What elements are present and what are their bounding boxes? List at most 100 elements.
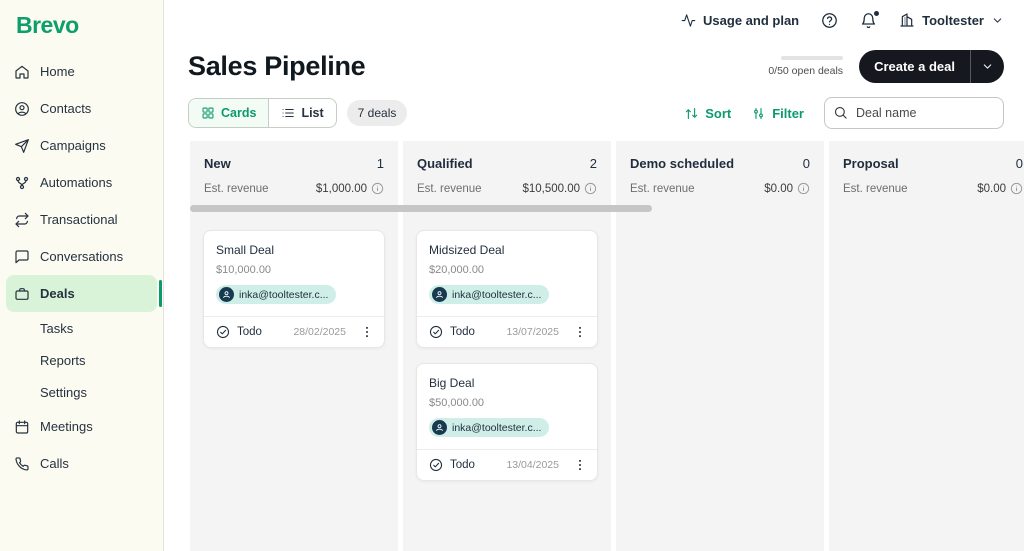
sidebar-item-tasks[interactable]: Tasks bbox=[6, 312, 157, 344]
est-revenue-value: $0.00 bbox=[977, 183, 1006, 195]
search-icon bbox=[833, 105, 848, 120]
task-status-label[interactable]: Todo bbox=[237, 326, 262, 338]
est-revenue-value: $10,500.00 bbox=[522, 183, 580, 195]
sidebar-item-meetings[interactable]: Meetings bbox=[6, 408, 157, 445]
sidebar-item-label: Conversations bbox=[40, 249, 123, 264]
sidebar: Brevo Home Contacts Campaigns Automation… bbox=[0, 0, 164, 551]
deal-title: Midsized Deal bbox=[429, 243, 585, 257]
contact-email: inka@tooltester.c... bbox=[452, 289, 541, 301]
contact-avatar-icon bbox=[432, 287, 447, 302]
deal-card-footer: Todo 13/07/2025 bbox=[417, 316, 597, 347]
card-menu-button[interactable] bbox=[573, 325, 587, 339]
est-revenue-value: $1,000.00 bbox=[316, 183, 367, 195]
notification-dot bbox=[874, 11, 879, 16]
column-header: Qualified 2 Est. revenue $10,500.00 bbox=[403, 141, 611, 195]
sidebar-item-deals[interactable]: Deals bbox=[6, 275, 157, 312]
horizontal-scrollbar[interactable] bbox=[190, 205, 652, 212]
chevron-down-icon bbox=[991, 14, 1004, 27]
task-check-icon[interactable] bbox=[216, 325, 230, 339]
filter-label: Filter bbox=[772, 106, 804, 121]
sidebar-item-automations[interactable]: Automations bbox=[6, 164, 157, 201]
task-status-label[interactable]: Todo bbox=[450, 326, 475, 338]
contact-chip[interactable]: inka@tooltester.c... bbox=[429, 418, 549, 437]
info-icon[interactable] bbox=[797, 182, 810, 195]
view-toggle: Cards List bbox=[188, 98, 337, 128]
view-toggle-cards[interactable]: Cards bbox=[189, 99, 269, 127]
kebab-icon bbox=[573, 458, 587, 472]
column-count: 2 bbox=[590, 156, 597, 171]
contacts-icon bbox=[14, 101, 30, 117]
account-menu[interactable]: Tooltester bbox=[899, 12, 1004, 28]
info-icon[interactable] bbox=[1010, 182, 1023, 195]
est-revenue-label: Est. revenue bbox=[843, 183, 908, 195]
transactional-icon bbox=[14, 212, 30, 228]
view-toggle-list[interactable]: List bbox=[269, 99, 335, 127]
est-revenue-label: Est. revenue bbox=[630, 183, 695, 195]
deal-card-big-deal[interactable]: Big Deal $50,000.00 inka@tooltester.c... bbox=[416, 363, 598, 481]
sort-button[interactable]: Sort bbox=[684, 106, 731, 121]
column-header: Proposal 0 Est. revenue $0.00 bbox=[829, 141, 1024, 195]
create-deal-label[interactable]: Create a deal bbox=[859, 50, 970, 83]
task-status-label[interactable]: Todo bbox=[450, 459, 475, 471]
column-name: Demo scheduled bbox=[630, 156, 734, 171]
create-deal-dropdown-button[interactable] bbox=[971, 50, 1004, 83]
deals-quota: 0/50 open deals bbox=[768, 56, 843, 77]
kebab-icon bbox=[360, 325, 374, 339]
usage-and-plan-link[interactable]: Usage and plan bbox=[681, 13, 799, 28]
contact-avatar-icon bbox=[219, 287, 234, 302]
column-name: New bbox=[204, 156, 231, 171]
filter-button[interactable]: Filter bbox=[751, 106, 804, 121]
sidebar-item-home[interactable]: Home bbox=[6, 53, 157, 90]
contact-chip[interactable]: inka@tooltester.c... bbox=[429, 285, 549, 304]
sidebar-item-label: Calls bbox=[40, 456, 69, 471]
card-menu-button[interactable] bbox=[360, 325, 374, 339]
sidebar-item-campaigns[interactable]: Campaigns bbox=[6, 127, 157, 164]
help-button[interactable] bbox=[821, 12, 838, 29]
deal-card-midsized-deal[interactable]: Midsized Deal $20,000.00 inka@tooltester… bbox=[416, 230, 598, 348]
est-revenue-label: Est. revenue bbox=[204, 183, 269, 195]
info-icon[interactable] bbox=[584, 182, 597, 195]
cards-view-label: Cards bbox=[221, 106, 256, 120]
main-content: Usage and plan Tooltester Sales Pipeline bbox=[164, 0, 1024, 551]
meetings-icon bbox=[14, 419, 30, 435]
sidebar-item-conversations[interactable]: Conversations bbox=[6, 238, 157, 275]
deal-amount: $10,000.00 bbox=[216, 264, 372, 276]
chevron-down-icon bbox=[981, 60, 994, 73]
column-cards: Small Deal $10,000.00 inka@tooltester.c.… bbox=[190, 195, 398, 348]
sidebar-item-calls[interactable]: Calls bbox=[6, 445, 157, 482]
calls-icon bbox=[14, 456, 30, 472]
column-name: Proposal bbox=[843, 156, 899, 171]
deal-card-footer: Todo 13/04/2025 bbox=[417, 449, 597, 480]
deals-icon bbox=[14, 286, 30, 302]
sidebar-item-contacts[interactable]: Contacts bbox=[6, 90, 157, 127]
contact-chip[interactable]: inka@tooltester.c... bbox=[216, 285, 336, 304]
task-check-icon[interactable] bbox=[429, 325, 443, 339]
info-icon[interactable] bbox=[371, 182, 384, 195]
create-deal-button[interactable]: Create a deal bbox=[859, 50, 1004, 83]
notifications-button[interactable] bbox=[860, 12, 877, 29]
column-cards bbox=[616, 195, 824, 230]
sidebar-item-settings[interactable]: Settings bbox=[6, 376, 157, 408]
contact-email: inka@tooltester.c... bbox=[239, 289, 328, 301]
sidebar-item-reports[interactable]: Reports bbox=[6, 344, 157, 376]
card-menu-button[interactable] bbox=[573, 458, 587, 472]
kanban-column-proposal: Proposal 0 Est. revenue $0.00 bbox=[829, 141, 1024, 551]
deal-amount: $20,000.00 bbox=[429, 264, 585, 276]
task-due-date: 13/07/2025 bbox=[506, 326, 559, 338]
organization-icon bbox=[899, 12, 915, 28]
column-name: Qualified bbox=[417, 156, 473, 171]
task-check-icon[interactable] bbox=[429, 458, 443, 472]
deal-title: Small Deal bbox=[216, 243, 372, 257]
deal-search-input[interactable] bbox=[824, 97, 1004, 129]
help-icon bbox=[821, 12, 838, 29]
deal-card-footer: Todo 28/02/2025 bbox=[204, 316, 384, 347]
automations-icon bbox=[14, 175, 30, 191]
column-count: 0 bbox=[1016, 156, 1023, 171]
page-title: Sales Pipeline bbox=[188, 51, 365, 82]
sidebar-item-label: Automations bbox=[40, 175, 112, 190]
conversations-icon bbox=[14, 249, 30, 265]
sidebar-item-transactional[interactable]: Transactional bbox=[6, 201, 157, 238]
usage-and-plan-label: Usage and plan bbox=[703, 13, 799, 28]
deal-card-small-deal[interactable]: Small Deal $10,000.00 inka@tooltester.c.… bbox=[203, 230, 385, 348]
column-count: 0 bbox=[803, 156, 810, 171]
